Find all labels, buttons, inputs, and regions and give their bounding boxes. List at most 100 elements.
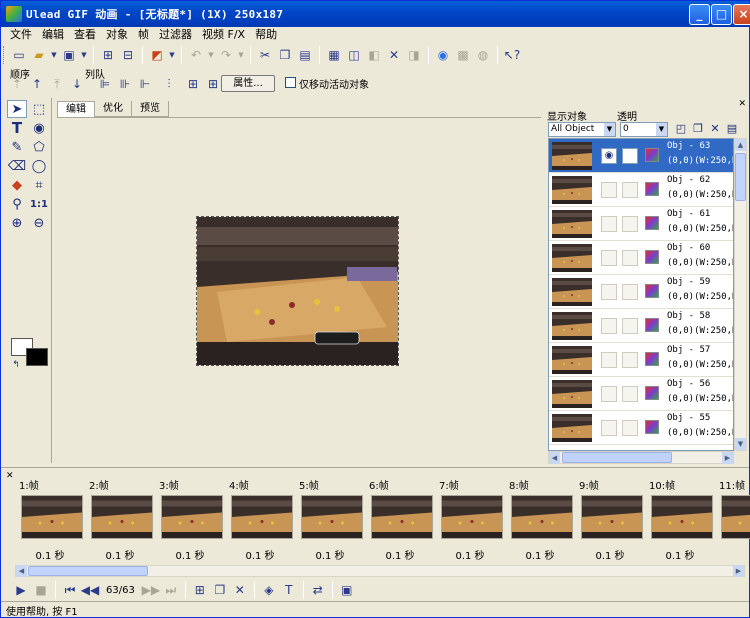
copy-icon[interactable]: ❐	[276, 46, 294, 64]
scroll-down-icon[interactable]: ▼	[735, 438, 746, 450]
frame-thumbnail[interactable]: 11:帧	[715, 475, 750, 565]
undo-dropdown-icon[interactable]: ▼	[207, 46, 215, 64]
object-list-item[interactable]: Obj - 62 (0,0)(W:250,H:	[549, 173, 733, 207]
visibility-toggle[interactable]	[601, 420, 617, 436]
undo-icon[interactable]: ↶	[187, 46, 205, 64]
stop-icon[interactable]: ■	[32, 581, 50, 599]
scroll-left-icon[interactable]: ◀	[549, 452, 560, 464]
object-list-item[interactable]: Obj - 59 (0,0)(W:250,H:	[549, 275, 733, 309]
frame-thumbnail[interactable]: 9:帧 0.1 秒	[575, 475, 645, 565]
visibility-toggle[interactable]	[601, 250, 617, 266]
visibility-toggle[interactable]	[601, 352, 617, 368]
frame-thumbnail[interactable]: 8:帧 0.1 秒	[505, 475, 575, 565]
object-list-item[interactable]: ◉ Obj - 63 (0,0)(W:250,H:	[549, 139, 733, 173]
prev-frame-icon[interactable]: ◀◀	[81, 581, 99, 599]
align-top-icon[interactable]: ⊞	[184, 75, 202, 93]
visibility-toggle[interactable]	[601, 386, 617, 402]
lock-toggle[interactable]	[622, 182, 638, 198]
object-list-item[interactable]: Obj - 58 (0,0)(W:250,H:	[549, 309, 733, 343]
object-properties-icon[interactable]: ▤	[725, 122, 739, 136]
align-left-icon[interactable]: ⊫	[96, 75, 114, 93]
move-down-icon[interactable]: ↓	[68, 75, 86, 93]
lasso-tool-icon[interactable]: ⬠	[29, 138, 49, 156]
tween-icon[interactable]: ◈	[260, 581, 278, 599]
frame-properties-icon[interactable]: ▣	[338, 581, 356, 599]
add-frame-icon[interactable]: ⊞	[191, 581, 209, 599]
align-right-icon[interactable]: ⊩	[136, 75, 154, 93]
move-up-icon[interactable]: ↑	[28, 75, 46, 93]
move-top-icon[interactable]: ⤒	[48, 75, 66, 93]
transform-tool-icon[interactable]: ◉	[29, 119, 49, 137]
crop-tool-icon[interactable]: ⌗	[29, 176, 49, 194]
visibility-toggle[interactable]	[601, 284, 617, 300]
select-tool-icon[interactable]: ⬚	[29, 100, 49, 118]
frame-thumbnail[interactable]: 1:帧 0.1 秒	[15, 475, 85, 565]
add-video-icon[interactable]: ⊟	[119, 46, 137, 64]
redo-dropdown-icon[interactable]: ▼	[237, 46, 245, 64]
brush-tool-icon[interactable]: ✎	[7, 138, 27, 156]
zoom-in-icon[interactable]: ⊕	[7, 214, 27, 232]
add-frame-icon[interactable]: ▦	[325, 46, 343, 64]
duplicate-frame-icon[interactable]: ◫	[345, 46, 363, 64]
lock-toggle[interactable]	[622, 420, 638, 436]
eye-icon[interactable]: ◉	[601, 148, 617, 164]
eraser-tool-icon[interactable]: ⌫	[7, 157, 27, 175]
menu-help[interactable]: 帮助	[250, 28, 282, 42]
lock-toggle[interactable]	[622, 386, 638, 402]
swap-colors-icon[interactable]: ↰	[6, 356, 26, 374]
scroll-thumb[interactable]	[28, 566, 148, 576]
add-image-icon[interactable]: ⊞	[99, 46, 117, 64]
menu-filter[interactable]: 过滤器	[154, 28, 197, 42]
lock-toggle[interactable]	[622, 352, 638, 368]
frame-thumbnail[interactable]: 6:帧 0.1 秒	[365, 475, 435, 565]
pick-tool-icon[interactable]: ➤	[7, 100, 27, 118]
frame-thumbnail[interactable]: 5:帧 0.1 秒	[295, 475, 365, 565]
eyedropper-icon[interactable]: ⚲	[7, 195, 27, 213]
duplicate-frame-icon[interactable]: ❐	[211, 581, 229, 599]
visibility-toggle[interactable]	[601, 216, 617, 232]
lock-toggle[interactable]	[622, 250, 638, 266]
scroll-thumb[interactable]	[735, 153, 746, 201]
tab-optimize[interactable]: 优化	[95, 101, 132, 117]
delete-object-icon[interactable]: ✕	[708, 122, 722, 136]
background-color-swatch[interactable]	[26, 348, 48, 366]
delete-icon[interactable]: ✕	[385, 46, 403, 64]
ellipse-select-icon[interactable]: ◯	[29, 157, 49, 175]
export-icon[interactable]: ◩	[148, 46, 166, 64]
visibility-toggle[interactable]	[601, 318, 617, 334]
reverse-icon[interactable]: ⇄	[309, 581, 327, 599]
text-tool-icon[interactable]: T	[7, 119, 27, 137]
maximize-button[interactable]: □	[711, 4, 732, 25]
cut-icon[interactable]: ✂	[256, 46, 274, 64]
play-icon[interactable]: ▶	[12, 581, 30, 599]
delete-frame-icon[interactable]: ✕	[231, 581, 249, 599]
close-button[interactable]: ×	[733, 4, 750, 25]
new-file-icon[interactable]: ▭	[10, 46, 28, 64]
redo-icon[interactable]: ↷	[217, 46, 235, 64]
frame-panel-close-icon[interactable]: ✕	[6, 471, 14, 481]
visibility-toggle[interactable]	[601, 182, 617, 198]
minimize-button[interactable]: _	[689, 4, 710, 25]
frame-panel-splitter[interactable]	[1, 467, 749, 472]
object-list-hscroll[interactable]: ◀ ▶	[548, 451, 734, 464]
frame-panel-scrollbar[interactable]: ◀ ▶	[15, 565, 745, 577]
menu-video-fx[interactable]: 视频 F/X	[197, 28, 250, 42]
scroll-thumb[interactable]	[562, 452, 672, 463]
lock-toggle[interactable]	[622, 148, 638, 164]
context-help-icon[interactable]: ↖?	[503, 46, 521, 64]
properties-button[interactable]: 属性...	[221, 75, 275, 92]
actual-size-icon[interactable]: 1:1	[29, 195, 49, 213]
duplicate-object-icon[interactable]: ❐	[691, 122, 705, 136]
tab-edit[interactable]: 编辑	[57, 101, 95, 117]
last-frame-icon[interactable]: ⏭	[162, 581, 180, 599]
menu-file[interactable]: 文件	[5, 28, 37, 42]
canvas-image[interactable]	[196, 216, 399, 366]
show-objects-select[interactable]: All Object ▼	[548, 122, 616, 137]
export-dropdown-icon[interactable]: ▼	[168, 46, 176, 64]
align-middle-icon[interactable]: ⊞	[204, 75, 222, 93]
menu-object[interactable]: 对象	[101, 28, 133, 42]
menu-edit[interactable]: 编辑	[37, 28, 69, 42]
optimize-icon[interactable]: ▩	[454, 46, 472, 64]
lock-toggle[interactable]	[622, 284, 638, 300]
lock-toggle[interactable]	[622, 216, 638, 232]
